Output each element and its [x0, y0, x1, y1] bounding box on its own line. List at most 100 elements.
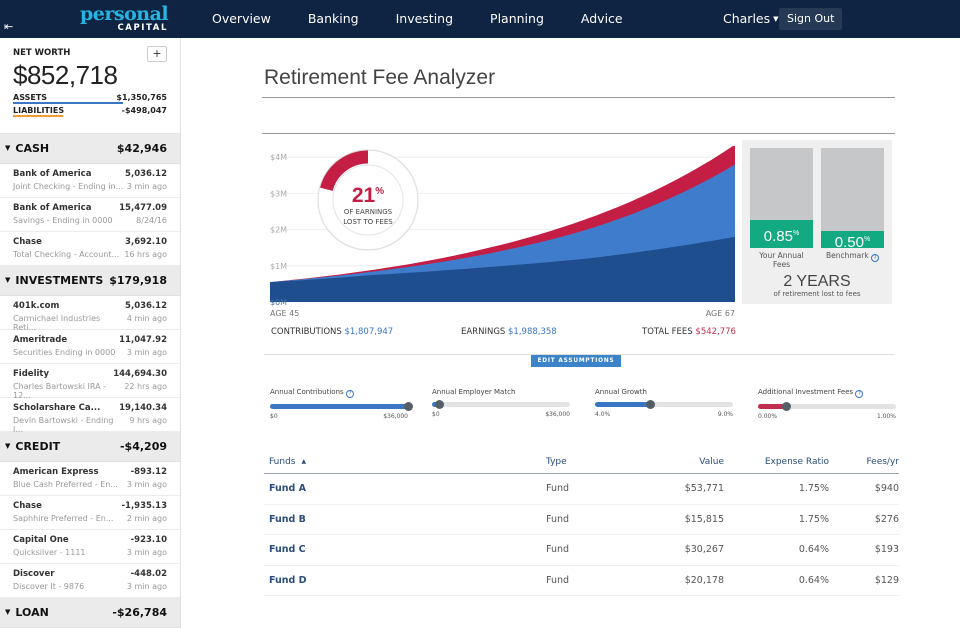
slider-handle[interactable] — [434, 400, 444, 409]
account-item[interactable]: Bank of America Savings - Ending in 0000 1… — [0, 198, 180, 232]
nav-investing[interactable]: Investing — [396, 0, 453, 38]
nav-overview[interactable]: Overview — [212, 0, 271, 38]
donut-caption: LOST TO FEES — [343, 218, 393, 226]
percent-sign: % — [792, 229, 800, 237]
account-group-loan[interactable]: ▼ LOAN -$26,784 — [0, 598, 180, 628]
slider-annual-contributions: Annual Contributions ? $0 $36,000 — [270, 388, 413, 420]
account-name: Discover — [13, 569, 55, 579]
table-body: Fund A Fund $53,771 1.75% $940 Fund B Fund $15,… — [264, 474, 899, 596]
slider-handle[interactable] — [404, 402, 413, 411]
y-tick-label: $4M — [270, 153, 287, 162]
benchmark-fees-value: 0.50 — [834, 233, 864, 251]
nav-advice[interactable]: Advice — [581, 0, 623, 38]
account-description: Saphhire Preferred - En... — [13, 514, 114, 523]
contributions-value: $1,807,947 — [344, 327, 394, 337]
column-header-expense-ratio[interactable]: Expense Ratio — [724, 457, 829, 467]
account-updated: 3 min ago — [126, 582, 167, 591]
fund-name[interactable]: Fund B — [264, 514, 546, 525]
account-info: American Express Blue Cash Preferred - En… — [13, 467, 118, 490]
table-row[interactable]: Fund A Fund $53,771 1.75% $940 — [264, 474, 899, 505]
account-info: Bank of America Savings - Ending in 0000 — [13, 203, 113, 226]
account-updated: 3 min ago — [126, 182, 167, 191]
slider-handle[interactable] — [781, 402, 791, 411]
slider-max: 1.00% — [876, 413, 896, 420]
account-item[interactable]: American Express Blue Cash Preferred - En… — [0, 462, 180, 496]
account-balance-info: 3,692.10 16 hrs ago — [124, 237, 167, 260]
nav-planning[interactable]: Planning — [490, 0, 544, 38]
account-info: Chase Saphhire Preferred - En... — [13, 501, 113, 524]
account-updated: 2 min ago — [126, 514, 167, 523]
slider-track[interactable] — [595, 400, 733, 409]
add-account-button[interactable]: + — [147, 46, 167, 62]
account-description: Devin Bartowski - Ending I... — [13, 416, 114, 434]
slider-max: 9.0% — [717, 411, 733, 418]
fund-type: Fund — [546, 544, 570, 556]
user-menu[interactable]: Charles ▼ — [723, 0, 779, 38]
account-item[interactable]: Ameritrade Securities Ending in 0000 11,04… — [0, 330, 180, 364]
group-total: $42,946 — [116, 142, 167, 155]
fund-name[interactable]: Fund A — [264, 483, 546, 494]
your-fees-fill: 0.85% — [750, 219, 813, 248]
logo[interactable]: personal CAPITAL — [80, 5, 169, 34]
account-item[interactable]: Capital One Quicksilver - 1111 -923.10 3 mi… — [0, 530, 180, 564]
info-icon[interactable]: ? — [871, 254, 880, 262]
y-tick-label: $3M — [270, 189, 287, 198]
slider-max: $36,000 — [383, 413, 408, 420]
fund-type: Fund — [546, 513, 570, 525]
main-content: Retirement Fee Analyzer $0M $1M $2M $3M $4M A… — [182, 38, 960, 628]
group-title: ▼ INVESTMENTS — [5, 274, 103, 287]
account-group-cash[interactable]: ▼ CASH $42,946 — [0, 134, 180, 164]
account-item[interactable]: Fidelity Charles Bartowski IRA - 12... 144… — [0, 364, 180, 400]
column-header-funds[interactable]: Funds ▲ — [264, 457, 546, 467]
table-row[interactable]: Fund D Fund $20,178 0.64% $129 — [264, 566, 899, 596]
fund-name[interactable]: Fund D — [264, 575, 546, 586]
account-item[interactable]: Discover Discover It - 9876 -448.02 3 min a… — [0, 564, 180, 598]
contributions-label: CONTRIBUTIONS — [271, 327, 342, 337]
slider-track[interactable] — [270, 402, 413, 411]
account-balance-info: -923.10 3 min ago — [127, 535, 167, 558]
edit-assumptions-button[interactable]: EDIT ASSUMPTIONS — [531, 355, 621, 367]
liabilities-row[interactable]: LIABILITIES -$498,047 — [13, 106, 167, 117]
top-nav-bar: ⇤ personal CAPITAL Overview Banking Inve… — [0, 0, 960, 38]
slider-track[interactable] — [432, 400, 570, 409]
group-title: ▼ CASH — [5, 142, 49, 155]
y-tick-label: $0M — [270, 298, 287, 307]
column-header-type[interactable]: Type — [546, 457, 636, 467]
slider-track[interactable] — [758, 402, 896, 411]
column-header-fees[interactable]: Fees/yr — [829, 457, 899, 467]
account-info: Scholarshare Ca... Devin Bartowski - Endi… — [13, 403, 119, 434]
years-lost-value: 2 YEARS — [783, 273, 851, 290]
account-item[interactable]: Chase Saphhire Preferred - En... -1,935.13… — [0, 496, 180, 530]
sign-out-button[interactable]: Sign Out — [779, 8, 843, 30]
table-row[interactable]: Fund B Fund $15,815 1.75% $276 — [264, 505, 899, 535]
fees-comparison-panel: 0.85% 0.50% Your Annual Fees Benchmark ?… — [742, 140, 892, 304]
account-item[interactable]: 401k.com Carmichael Industries Reti... 5,0… — [0, 296, 180, 332]
percent-sign: % — [863, 235, 871, 243]
column-header-value[interactable]: Value — [636, 457, 724, 467]
account-item[interactable]: Chase Total Checking - Account... 3,692.10… — [0, 232, 180, 266]
slider-handle[interactable] — [646, 400, 656, 409]
your-fees-bar: 0.85% — [750, 148, 813, 248]
assets-row[interactable]: ASSETS $1,350,765 — [13, 93, 167, 104]
account-item[interactable]: Scholarshare Ca... Devin Bartowski - Endi… — [0, 398, 180, 434]
collapse-sidebar-icon[interactable]: ⇤ — [4, 20, 13, 33]
slider-label-text: Annual Contributions — [270, 388, 344, 396]
info-icon[interactable]: ? — [855, 390, 864, 398]
nav-banking[interactable]: Banking — [308, 0, 359, 38]
account-item[interactable]: Bank of America Joint Checking - Ending i… — [0, 164, 180, 198]
account-group-credit[interactable]: ▼ CREDIT -$4,209 — [0, 432, 180, 462]
account-info: Ameritrade Securities Ending in 0000 — [13, 335, 115, 358]
account-description: Blue Cash Preferred - En... — [13, 480, 118, 489]
caret-down-icon: ▼ — [773, 15, 779, 23]
account-group-investments[interactable]: ▼ INVESTMENTS $179,918 — [0, 266, 180, 296]
contributions-total: CONTRIBUTIONS $1,807,947 — [271, 327, 393, 337]
fund-expense-ratio: 1.75% — [798, 513, 829, 525]
account-balance-info: -1,935.13 2 min ago — [122, 501, 167, 524]
account-description: Savings - Ending in 0000 — [13, 216, 113, 225]
fund-name[interactable]: Fund C — [264, 544, 546, 555]
table-row[interactable]: Fund C Fund $30,267 0.64% $193 — [264, 535, 899, 566]
account-name: Ameritrade — [13, 335, 68, 345]
info-icon[interactable]: ? — [345, 390, 354, 398]
account-balance-info: 5,036.12 3 min ago — [125, 169, 167, 192]
total-fees-value: $542,776 — [695, 327, 736, 337]
